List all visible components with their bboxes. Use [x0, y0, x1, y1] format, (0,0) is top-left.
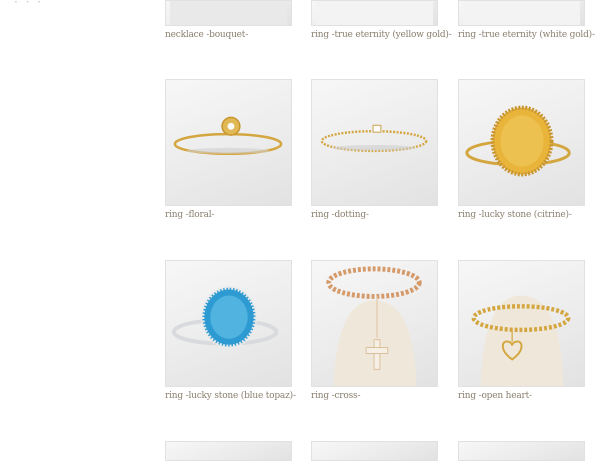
corner-mark: · · ·: [14, 0, 44, 9]
ring-photo[interactable]: [311, 260, 438, 387]
product-caption[interactable]: ring -true eternity (white gold)-: [458, 30, 595, 40]
product-caption[interactable]: ring -dotting-: [311, 210, 369, 220]
product-caption[interactable]: ring -lucky stone (citrine)-: [458, 210, 572, 220]
product-caption[interactable]: ring -true eternity (yellow gold)-: [311, 30, 452, 40]
ring-photo[interactable]: [458, 260, 585, 387]
ring-photo[interactable]: [311, 79, 438, 206]
product-caption[interactable]: ring -open heart-: [458, 391, 532, 401]
product-photo-stub[interactable]: [311, 441, 438, 461]
ring-photo[interactable]: [165, 79, 292, 206]
product-caption[interactable]: ring -floral-: [165, 210, 214, 220]
product-caption[interactable]: necklace -bouquet-: [165, 30, 248, 40]
ring-photo[interactable]: [458, 79, 585, 206]
ring-photo[interactable]: [165, 260, 292, 387]
ring-photo[interactable]: [458, 0, 585, 26]
product-caption[interactable]: ring -lucky stone (blue topaz)-: [165, 391, 296, 401]
product-caption[interactable]: ring -cross-: [311, 391, 360, 401]
ring-photo[interactable]: [311, 0, 438, 26]
product-photo-stub[interactable]: [165, 441, 292, 461]
necklace-photo[interactable]: [165, 0, 292, 26]
product-photo-stub[interactable]: [458, 441, 585, 461]
